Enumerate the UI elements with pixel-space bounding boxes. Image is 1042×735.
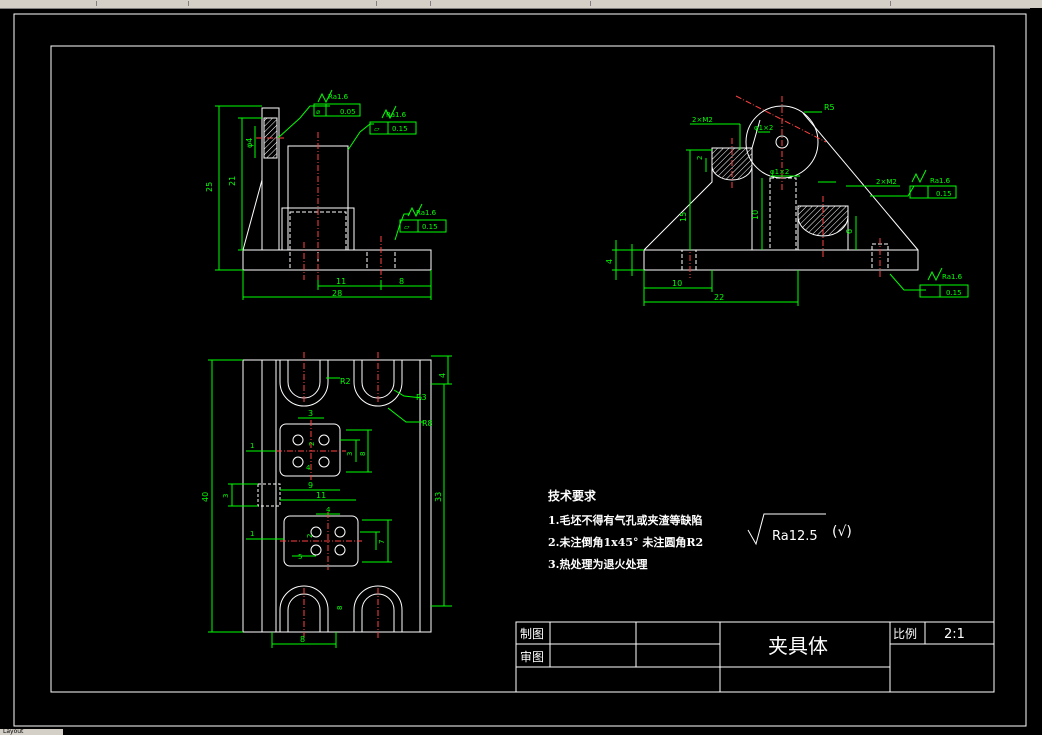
svg-text:8: 8 [359,452,367,456]
side-view-dimensions [612,111,969,306]
svg-text:Ra1.6: Ra1.6 [416,209,437,217]
title-block-frame [515,621,995,693]
svg-text:10: 10 [672,279,682,288]
svg-text:1: 1 [250,530,254,538]
drawing-frame [50,45,995,693]
svg-text:R5: R5 [824,103,835,112]
top-view [242,359,432,633]
side-view [643,105,919,271]
svg-text:3: 3 [346,452,354,456]
svg-text:0.15: 0.15 [422,223,438,231]
svg-text:4: 4 [326,506,331,514]
notes-item: 1.毛坯不得有气孔或夹渣等缺陷 [548,513,702,527]
svg-text:9: 9 [308,481,313,490]
svg-text:22: 22 [714,293,724,302]
svg-text:15: 15 [679,212,688,222]
svg-text:0.15: 0.15 [946,289,962,297]
svg-text:0.15: 0.15 [936,190,952,198]
front-view-dim-text: 25 21 φ4 11 8 28 Ra1.6 0.05 ⌀ Ra1.6 0.15… [205,93,438,298]
notes-item: 2.未注倒角1x45° 未注圆角R2 [548,535,703,549]
scale-value: 2:1 [944,627,965,642]
svg-text:8: 8 [399,277,404,286]
svg-text:(√): (√) [832,524,852,540]
vertical-scrollbar[interactable] [1030,8,1042,728]
top-outline [242,359,432,633]
svg-text:40: 40 [201,492,210,502]
svg-text:2: 2 [696,156,704,160]
svg-text:R3: R3 [416,393,427,402]
svg-text:Ra1.6: Ra1.6 [386,111,407,119]
svg-text:Ra12.5: Ra12.5 [772,529,818,544]
cad-drawing-canvas[interactable]: 25 21 φ4 11 8 28 Ra1.6 0.05 ⌀ Ra1.6 0.15… [0,0,1042,735]
svg-text:φ1×2: φ1×2 [770,168,789,176]
viewport-border [13,13,1027,727]
side-view-dim-text: R5 2×M2 2×M2 φ1×2 φ1×2 15 10 6 4 2 10 22… [605,103,963,302]
top-view-dim-text: R2 R3 R8 4 40 33 3 2 3 8 1 4 9 3 11 4 2 … [201,373,447,644]
svg-text:33: 33 [434,492,443,502]
svg-text:10: 10 [751,210,760,220]
svg-text:2: 2 [306,534,314,538]
svg-text:21: 21 [228,176,237,186]
layout-tab[interactable]: Layout [0,729,63,735]
checked-by-label: 审图 [520,649,544,664]
front-view-dimensions [215,89,447,300]
svg-text:7: 7 [378,540,386,544]
svg-text:28: 28 [332,289,342,298]
svg-text:▱: ▱ [404,223,410,231]
svg-text:4: 4 [605,259,614,264]
side-view-centerlines [689,95,881,278]
title-block [515,621,995,693]
side-base [643,249,919,271]
svg-text:0.15: 0.15 [392,125,408,133]
svg-text:25: 25 [205,182,214,192]
svg-text:2×M2: 2×M2 [692,116,713,124]
svg-text:2: 2 [308,442,316,446]
svg-text:φ1×2: φ1×2 [754,124,773,132]
svg-text:R2: R2 [340,377,351,386]
svg-text:⌀: ⌀ [316,108,320,116]
drawn-by-label: 制图 [520,627,544,641]
general-roughness-symbol: Ra12.5 (√) [747,513,852,546]
svg-text:φ4: φ4 [245,138,254,148]
svg-text:8: 8 [300,635,305,644]
svg-text:11: 11 [316,491,326,500]
svg-text:2×M2: 2×M2 [876,178,897,186]
part-name: 夹具体 [768,634,828,658]
svg-text:5: 5 [298,553,302,561]
svg-text:8: 8 [336,606,344,610]
svg-text:3: 3 [308,409,313,418]
svg-text:Ra1.6: Ra1.6 [942,273,963,281]
svg-text:Ra1.6: Ra1.6 [328,93,349,101]
svg-text:R8: R8 [422,419,433,428]
svg-text:1: 1 [250,442,254,450]
scale-label: 比例 [893,627,917,641]
svg-text:6: 6 [845,229,854,234]
title-block-text: 制图 审图 夹具体 比例 2:1 [520,627,965,664]
svg-text:0.05: 0.05 [340,108,356,116]
svg-text:▱: ▱ [374,125,380,133]
front-base [242,249,432,271]
notes-heading: 技术要求 [548,488,597,503]
svg-text:Ra1.6: Ra1.6 [930,177,951,185]
svg-text:3: 3 [222,494,230,498]
top-view-centerlines [276,352,379,640]
svg-text:4: 4 [438,373,447,378]
svg-text:11: 11 [336,277,346,286]
technical-requirements: 技术要求 1.毛坯不得有气孔或夹渣等缺陷 2.未注倒角1x45° 未注圆角R2 … [548,488,703,571]
notes-item: 3.热处理为退火处理 [548,557,647,571]
svg-text:4: 4 [306,464,311,472]
